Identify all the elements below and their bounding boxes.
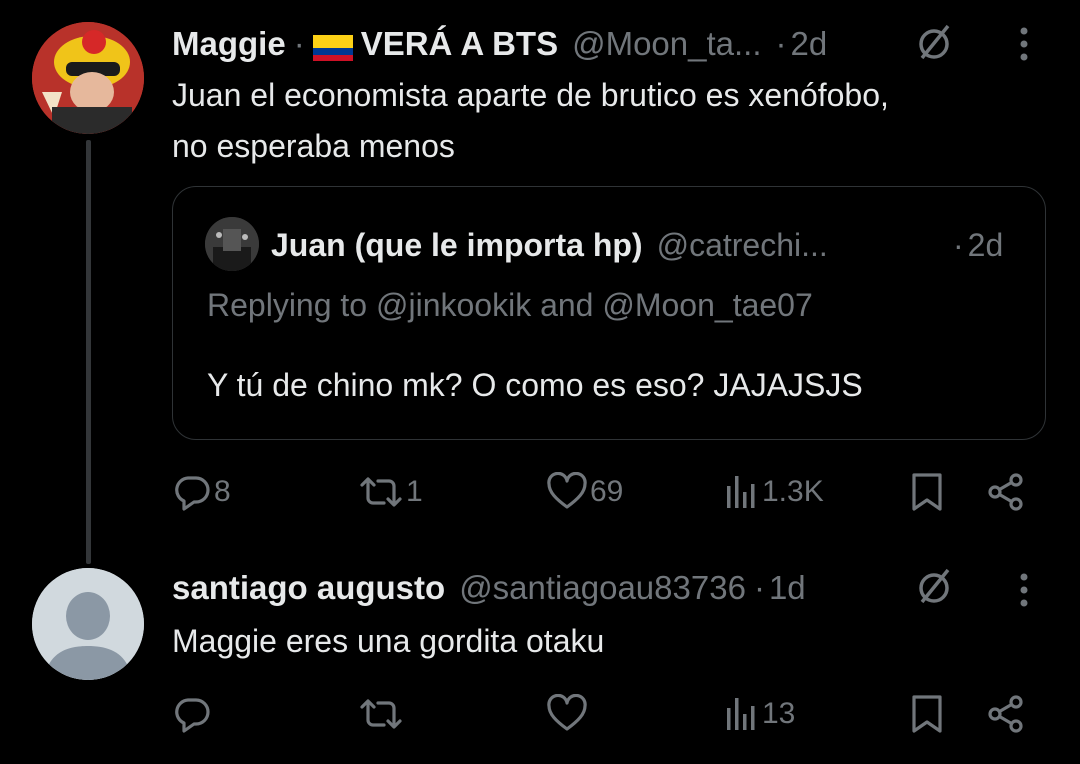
grok-icon[interactable] <box>912 20 956 64</box>
reply-button[interactable] <box>172 692 212 736</box>
like-button[interactable]: 69 <box>546 470 623 514</box>
separator-dot: · <box>293 25 305 62</box>
quoted-timestamp-group: · 2d <box>953 223 1003 267</box>
bookmark-icon <box>912 695 942 733</box>
reply-count: 8 <box>214 475 231 508</box>
quoted-tweet-card[interactable]: Juan (que le importa hp) @catrechi... · … <box>172 186 1046 440</box>
views-icon <box>727 476 755 508</box>
tweet-text-line: no esperaba menos <box>172 128 455 164</box>
reply-icon <box>175 698 210 733</box>
views-count: 1.3K <box>762 475 824 508</box>
quoted-timestamp[interactable]: 2d <box>968 227 1004 264</box>
quoted-author-name[interactable]: Juan (que le importa hp) <box>271 227 643 264</box>
colombia-flag-icon <box>312 31 353 61</box>
retweet-button[interactable]: 1 <box>358 470 423 514</box>
retweet-icon <box>360 699 402 729</box>
views-button[interactable]: 1.3K <box>724 470 824 514</box>
bookmark-icon <box>912 473 942 511</box>
share-button[interactable] <box>986 470 1026 514</box>
author-name-suffix[interactable]: VERÁ A BTS <box>361 25 558 63</box>
quoted-author-handle[interactable]: @catrechi... <box>657 227 828 264</box>
quoted-avatar[interactable] <box>205 217 259 271</box>
more-icon[interactable] <box>1004 20 1044 68</box>
author-name[interactable]: santiago augusto <box>172 569 445 607</box>
retweet-button[interactable] <box>358 692 404 736</box>
grok-icon[interactable] <box>912 564 956 608</box>
separator-dot: · <box>953 226 964 263</box>
thread-connector-line <box>86 140 91 564</box>
tweet-text: Juan el economista aparte de brutico es … <box>172 70 889 172</box>
tweet-text-line: Juan el economista aparte de brutico es … <box>172 77 889 113</box>
avatar[interactable] <box>32 568 144 680</box>
reply-icon <box>175 476 210 511</box>
avatar[interactable] <box>32 22 144 134</box>
share-button[interactable] <box>986 692 1026 736</box>
author-handle[interactable]: @Moon_ta... <box>572 25 761 63</box>
separator-dot: · <box>753 569 765 606</box>
tweet-header: Maggie · VERÁ A BTS @Moon_ta... · 2d <box>172 22 827 66</box>
views-icon <box>727 698 755 730</box>
share-icon <box>988 695 1023 733</box>
like-button[interactable] <box>546 692 588 736</box>
like-count: 69 <box>590 475 624 508</box>
author-handle[interactable]: @santiagoau83736 <box>459 569 746 607</box>
more-icon[interactable] <box>1004 566 1044 614</box>
bookmark-button[interactable] <box>910 692 944 736</box>
separator-dot: · <box>775 25 787 62</box>
quoted-header: Juan (que le importa hp) @catrechi... <box>271 223 828 267</box>
timestamp[interactable]: 2d <box>791 25 828 63</box>
author-name[interactable]: Maggie <box>172 25 286 63</box>
replying-to: Replying to @jinkookik and @Moon_tae07 <box>207 287 813 323</box>
views-count: 13 <box>762 697 796 730</box>
tweet-text: Maggie eres una gordita otaku <box>172 623 605 659</box>
bookmark-button[interactable] <box>910 470 944 514</box>
tweet-actions: 13 <box>172 692 1032 736</box>
retweet-count: 1 <box>406 475 423 508</box>
views-button[interactable]: 13 <box>724 692 795 736</box>
like-icon <box>547 694 587 731</box>
share-icon <box>988 473 1023 511</box>
reply-button[interactable]: 8 <box>172 470 231 514</box>
tweet-actions: 8 1 69 1.3K <box>172 470 1032 514</box>
quoted-text: Y tú de chino mk? O como es eso? JAJAJSJ… <box>207 367 863 403</box>
timestamp[interactable]: 1d <box>769 569 806 607</box>
like-icon <box>547 472 587 509</box>
retweet-icon <box>360 477 402 507</box>
tweet-header: santiago augusto @santiagoau83736 · 1d <box>172 566 806 610</box>
